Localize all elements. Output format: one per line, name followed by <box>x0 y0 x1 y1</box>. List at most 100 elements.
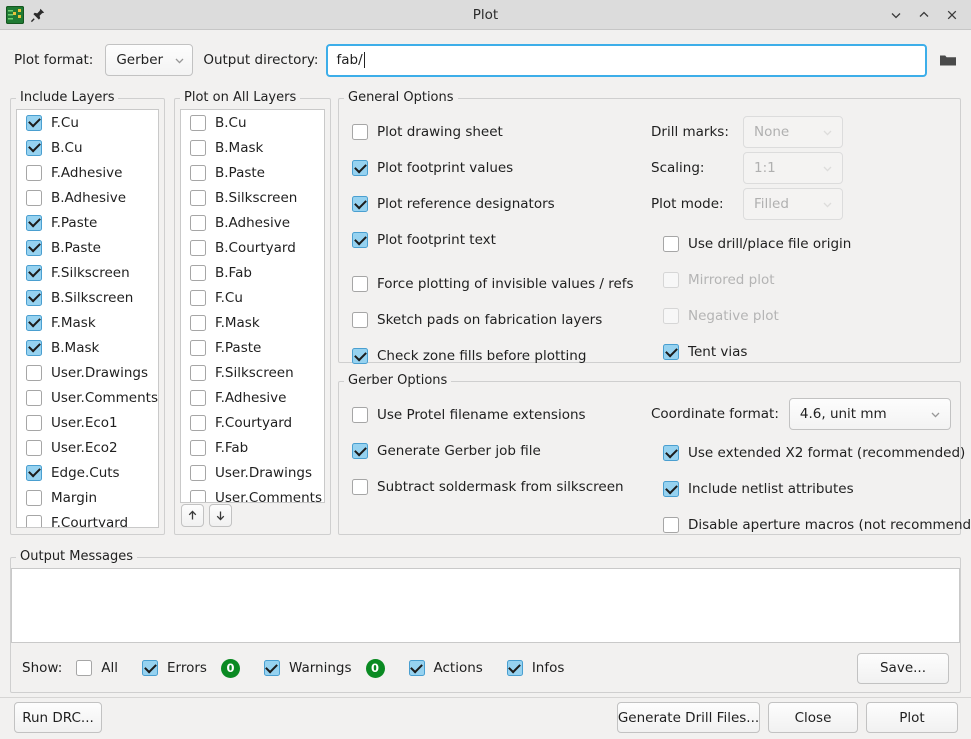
include-layer-checkbox[interactable] <box>26 364 42 381</box>
maximize-button[interactable] <box>911 3 937 27</box>
general-option-plot-drawing-sheet[interactable]: Plot drawing sheet <box>352 114 652 150</box>
plot-all-layer-checkbox[interactable] <box>190 364 206 381</box>
plot-all-layer-checkbox[interactable] <box>190 214 206 231</box>
list-item[interactable]: B.Silkscreen <box>181 185 324 210</box>
list-item[interactable]: User.Drawings <box>17 360 158 385</box>
include-layer-checkbox[interactable] <box>26 514 42 527</box>
checkbox[interactable] <box>142 660 158 676</box>
include-layer-checkbox[interactable] <box>26 114 42 131</box>
list-item[interactable]: F.Adhesive <box>181 385 324 410</box>
plot-all-layer-checkbox[interactable] <box>190 189 206 206</box>
include-layer-checkbox[interactable] <box>26 214 42 231</box>
list-item[interactable]: F.Mask <box>17 310 158 335</box>
close-button-footer[interactable]: Close <box>768 702 858 733</box>
list-item[interactable]: User.Eco1 <box>17 410 158 435</box>
checkbox[interactable] <box>352 276 368 292</box>
plot-button[interactable]: Plot <box>866 702 958 733</box>
include-layer-checkbox[interactable] <box>26 189 42 206</box>
plot-format-select[interactable]: Gerber <box>105 44 194 76</box>
plot-mode-select[interactable]: Filled <box>743 188 843 220</box>
checkbox[interactable] <box>663 236 679 252</box>
list-item[interactable]: B.Paste <box>17 235 158 260</box>
message-filter-all[interactable]: All <box>76 660 118 676</box>
folder-icon[interactable] <box>935 47 961 73</box>
list-item[interactable]: B.Adhesive <box>17 185 158 210</box>
move-layer-down-button[interactable] <box>209 504 232 527</box>
general-option-sketch-pads-on-fabrication-layers[interactable]: Sketch pads on fabrication layers <box>352 302 652 338</box>
checkbox[interactable] <box>663 272 679 288</box>
list-item[interactable]: F.Adhesive <box>17 160 158 185</box>
general-option-plot-footprint-text[interactable]: Plot footprint text <box>352 222 652 258</box>
list-item[interactable]: B.Adhesive <box>181 210 324 235</box>
gerber-option-subtract-soldermask-from-silkscreen[interactable]: Subtract soldermask from silkscreen <box>352 469 652 505</box>
plot-all-layer-checkbox[interactable] <box>190 139 206 156</box>
include-layer-checkbox[interactable] <box>26 439 42 456</box>
checkbox[interactable] <box>352 407 368 423</box>
plot-on-all-layers-list[interactable]: B.Cu B.Mask B.Paste B.Silkscreen B.Adhesive B… <box>180 109 325 503</box>
list-item[interactable]: F.Courtyard <box>181 410 324 435</box>
list-item[interactable]: F.Paste <box>181 335 324 360</box>
list-item[interactable]: F.Cu <box>181 285 324 310</box>
checkbox[interactable] <box>352 443 368 459</box>
save-messages-button[interactable]: Save... <box>857 652 949 684</box>
plot-all-layer-checkbox[interactable] <box>190 489 206 502</box>
checkbox[interactable] <box>408 660 425 676</box>
list-item[interactable]: B.Mask <box>17 335 158 360</box>
drill-marks-select[interactable]: None <box>743 116 843 148</box>
message-filter-warnings[interactable]: Warnings 0 <box>263 658 385 678</box>
include-layer-checkbox[interactable] <box>26 289 42 306</box>
plot-all-layer-checkbox[interactable] <box>190 114 206 131</box>
include-layer-checkbox[interactable] <box>26 139 42 156</box>
list-item[interactable]: F.Silkscreen <box>181 360 324 385</box>
checkbox[interactable] <box>352 196 368 212</box>
run-drc-button[interactable]: Run DRC... <box>14 702 102 733</box>
list-item[interactable]: User.Eco2 <box>17 435 158 460</box>
general-option-use-drill-place-file-origin[interactable]: Use drill/place file origin <box>663 226 951 262</box>
gerber-option-include-netlist-attributes[interactable]: Include netlist attributes <box>663 471 951 507</box>
list-item[interactable]: F.Cu <box>17 110 158 135</box>
plot-all-layer-checkbox[interactable] <box>190 464 206 481</box>
include-layer-checkbox[interactable] <box>26 314 42 331</box>
checkbox[interactable] <box>663 344 679 360</box>
general-option-check-zone-fills-before-plotting[interactable]: Check zone fills before plotting <box>352 338 652 374</box>
include-layer-checkbox[interactable] <box>26 489 42 506</box>
list-item[interactable]: B.Cu <box>17 135 158 160</box>
list-item[interactable]: B.Cu <box>181 110 324 135</box>
plot-all-layer-checkbox[interactable] <box>190 239 206 256</box>
checkbox[interactable] <box>352 160 368 176</box>
list-item[interactable]: B.Courtyard <box>181 235 324 260</box>
gerber-option-use-protel-filename-extensions[interactable]: Use Protel filename extensions <box>352 397 652 433</box>
checkbox[interactable] <box>352 348 368 364</box>
list-item[interactable]: F.Silkscreen <box>17 260 158 285</box>
generate-drill-files-button[interactable]: Generate Drill Files... <box>617 702 760 733</box>
output-directory-input[interactable]: fab/ <box>326 43 927 77</box>
message-filter-actions[interactable]: Actions <box>408 660 483 676</box>
scaling-select[interactable]: 1:1 <box>743 152 843 184</box>
list-item[interactable]: User.Comments <box>181 485 324 502</box>
include-layer-checkbox[interactable] <box>26 239 42 256</box>
general-option-plot-footprint-values[interactable]: Plot footprint values <box>352 150 652 186</box>
general-option-force-plotting-of-invisible-values-refs[interactable]: Force plotting of invisible values / ref… <box>352 266 652 302</box>
plot-all-layer-checkbox[interactable] <box>190 439 206 456</box>
list-item[interactable]: F.Courtyard <box>17 510 158 527</box>
checkbox[interactable] <box>352 312 368 328</box>
checkbox[interactable] <box>352 124 368 140</box>
gerber-option-generate-gerber-job-file[interactable]: Generate Gerber job file <box>352 433 652 469</box>
list-item[interactable]: Edge.Cuts <box>17 460 158 485</box>
gerber-option-use-extended-x2-format-recommended[interactable]: Use extended X2 format (recommended) <box>663 435 965 471</box>
move-layer-up-button[interactable] <box>181 504 204 527</box>
list-item[interactable]: F.Paste <box>17 210 158 235</box>
minimize-button[interactable] <box>883 3 909 27</box>
checkbox[interactable] <box>663 517 679 533</box>
checkbox[interactable] <box>663 445 679 461</box>
coordinate-format-select[interactable]: 4.6, unit mm <box>788 398 951 430</box>
plot-all-layer-checkbox[interactable] <box>190 289 206 306</box>
list-item[interactable]: B.Mask <box>181 135 324 160</box>
list-item[interactable]: User.Drawings <box>181 460 324 485</box>
checkbox[interactable] <box>663 308 679 324</box>
pin-icon[interactable] <box>30 7 46 23</box>
list-item[interactable]: B.Fab <box>181 260 324 285</box>
include-layer-checkbox[interactable] <box>26 264 42 281</box>
plot-all-layer-checkbox[interactable] <box>190 389 206 406</box>
checkbox[interactable] <box>263 660 280 676</box>
